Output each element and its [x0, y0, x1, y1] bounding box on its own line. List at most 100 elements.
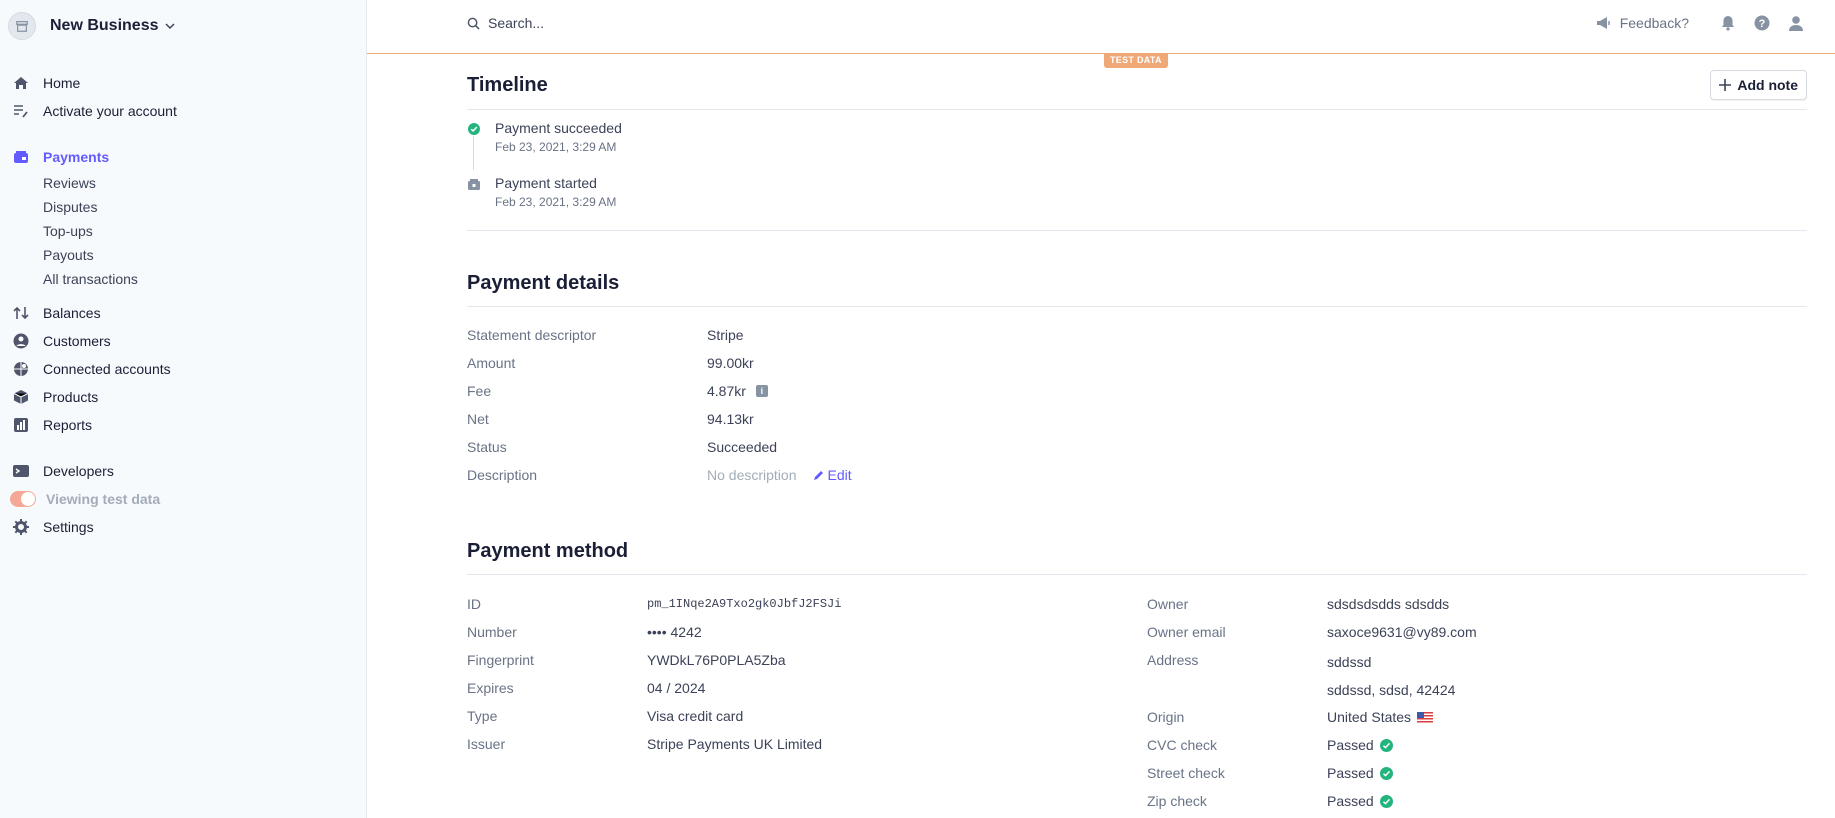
feedback-button[interactable]: Feedback? — [1596, 15, 1689, 31]
method-row-zip-check: Zip check Passed — [1147, 792, 1393, 810]
divider — [467, 109, 1807, 110]
check-result: Passed — [1327, 793, 1374, 809]
test-data-badge: TEST DATA — [1104, 53, 1168, 68]
detail-label: Net — [467, 411, 489, 427]
sidebar-item-home[interactable]: Home — [12, 72, 80, 94]
add-note-label: Add note — [1737, 77, 1798, 93]
detail-row-statement-descriptor: Statement descriptor Stripe — [467, 326, 744, 344]
help-icon: ? — [1754, 15, 1770, 31]
method-value: Passed — [1327, 764, 1393, 782]
divider — [467, 306, 1807, 307]
method-label: Expires — [467, 680, 514, 696]
sidebar-subitem-disputes[interactable]: Disputes — [43, 197, 97, 217]
timeline-title: Timeline — [467, 74, 548, 96]
payment-method-title: Payment method — [467, 540, 629, 562]
detail-label: Statement descriptor — [467, 327, 597, 343]
fee-amount: 4.87kr — [707, 383, 746, 399]
sidebar-item-payments[interactable]: Payments — [12, 146, 109, 168]
sidebar-item-reports[interactable]: Reports — [12, 414, 92, 436]
divider — [467, 230, 1807, 231]
search-bar[interactable] — [467, 15, 788, 31]
timeline-event-date: Feb 23, 2021, 3:29 AM — [495, 140, 617, 154]
sidebar-item-balances[interactable]: Balances — [12, 302, 101, 324]
sidebar-item-label: Activate your account — [43, 103, 177, 119]
search-input[interactable] — [488, 15, 788, 31]
edit-description-link[interactable]: Edit — [813, 466, 852, 484]
megaphone-icon — [1596, 17, 1610, 29]
notifications-button[interactable] — [1719, 14, 1737, 32]
check-circle-icon — [1379, 738, 1393, 752]
method-value: YWDkL76P0PLA5Zba — [647, 652, 786, 668]
detail-row-status: Status Succeeded — [467, 438, 777, 456]
sidebar-subitem-payouts[interactable]: Payouts — [43, 245, 94, 265]
address-line2: sddssd, sdsd, 42424 — [1327, 682, 1456, 698]
customers-icon — [12, 332, 30, 350]
user-icon — [1789, 16, 1803, 31]
method-row-origin: Origin United States — [1147, 708, 1434, 726]
timeline-event: Payment started Feb 23, 2021, 3:29 AM — [467, 175, 616, 209]
sidebar-item-label: Reports — [43, 417, 93, 433]
timeline-event-title: Payment succeeded — [495, 120, 622, 136]
info-icon[interactable]: i — [755, 385, 768, 397]
timeline-event-date: Feb 23, 2021, 3:29 AM — [495, 195, 617, 209]
sidebar-item-customers[interactable]: Customers — [12, 330, 111, 352]
sidebar-item-label: Home — [43, 75, 81, 91]
sidebar-item-activate[interactable]: Activate your account — [12, 100, 177, 122]
sidebar-subitem-reviews[interactable]: Reviews — [43, 173, 96, 193]
sidebar-subitem-all-transactions[interactable]: All transactions — [43, 269, 138, 289]
home-icon — [12, 74, 30, 92]
method-label: Origin — [1147, 709, 1185, 725]
payment-details-title: Payment details — [467, 272, 620, 294]
timeline-event-title: Payment started — [495, 175, 597, 191]
help-button[interactable]: ? — [1753, 14, 1771, 32]
sidebar-item-connected-accounts[interactable]: Connected accounts — [12, 358, 171, 380]
globe-icon — [12, 360, 30, 378]
add-note-button[interactable]: Add note — [1710, 70, 1807, 100]
method-label: Fingerprint — [467, 652, 534, 668]
detail-row-fee: Fee 4.87kr i — [467, 382, 768, 400]
method-row-fingerprint: Fingerprint YWDkL76P0PLA5Zba — [467, 651, 786, 669]
sidebar-item-settings[interactable]: Settings — [12, 516, 94, 538]
divider — [467, 574, 1807, 575]
detail-value: 4.87kr i — [707, 382, 768, 400]
detail-row-description: Description No description Edit — [467, 466, 852, 484]
detail-value: 94.13kr — [707, 411, 754, 427]
sidebar-item-label: Connected accounts — [43, 361, 171, 377]
box-icon — [12, 388, 30, 406]
sidebar-item-label: Settings — [43, 519, 94, 535]
method-value: saxoce9631@vy89.com — [1327, 624, 1477, 640]
sidebar-subitem-topups[interactable]: Top-ups — [43, 221, 93, 241]
sidebar-item-developers[interactable]: Developers — [12, 460, 114, 482]
sidebar-item-label: Developers — [43, 463, 114, 479]
gear-icon — [12, 518, 30, 536]
detail-label: Fee — [467, 383, 492, 399]
method-label: CVC check — [1147, 737, 1218, 753]
sidebar-item-products[interactable]: Products — [12, 386, 98, 408]
check-circle-icon — [1379, 766, 1393, 780]
method-row-type: Type Visa credit card — [467, 707, 743, 725]
method-label: Owner email — [1147, 624, 1226, 640]
method-label: Zip check — [1147, 793, 1207, 809]
account-button[interactable] — [1787, 14, 1805, 32]
feedback-label: Feedback? — [1619, 15, 1689, 31]
method-label: Type — [467, 708, 498, 724]
method-label: Street check — [1147, 765, 1225, 781]
account-switcher[interactable]: New Business — [8, 12, 176, 40]
top-actions: Feedback? ? — [1596, 14, 1805, 32]
check-result: Passed — [1327, 737, 1374, 753]
test-data-toggle[interactable]: Viewing test data — [10, 488, 160, 510]
method-value: Visa credit card — [647, 708, 744, 724]
method-value: •••• 4242 — [647, 624, 702, 640]
detail-row-net: Net 94.13kr — [467, 410, 754, 428]
method-row-owner-email: Owner email saxoce9631@vy89.com — [1147, 623, 1477, 641]
us-flag-icon — [1417, 711, 1434, 723]
method-value: Stripe Payments UK Limited — [647, 736, 823, 752]
method-row-cvc-check: CVC check Passed — [1147, 736, 1393, 754]
detail-value: No description Edit — [707, 466, 852, 484]
detail-label: Status — [467, 439, 507, 455]
method-value: Passed — [1327, 792, 1393, 810]
payment-method-id: pm_1INqe2A9Txo2gk0JbfJ2FSJi — [647, 597, 842, 611]
pencil-icon — [813, 470, 823, 480]
plus-icon — [1719, 79, 1732, 91]
toggle-switch[interactable] — [10, 491, 36, 507]
